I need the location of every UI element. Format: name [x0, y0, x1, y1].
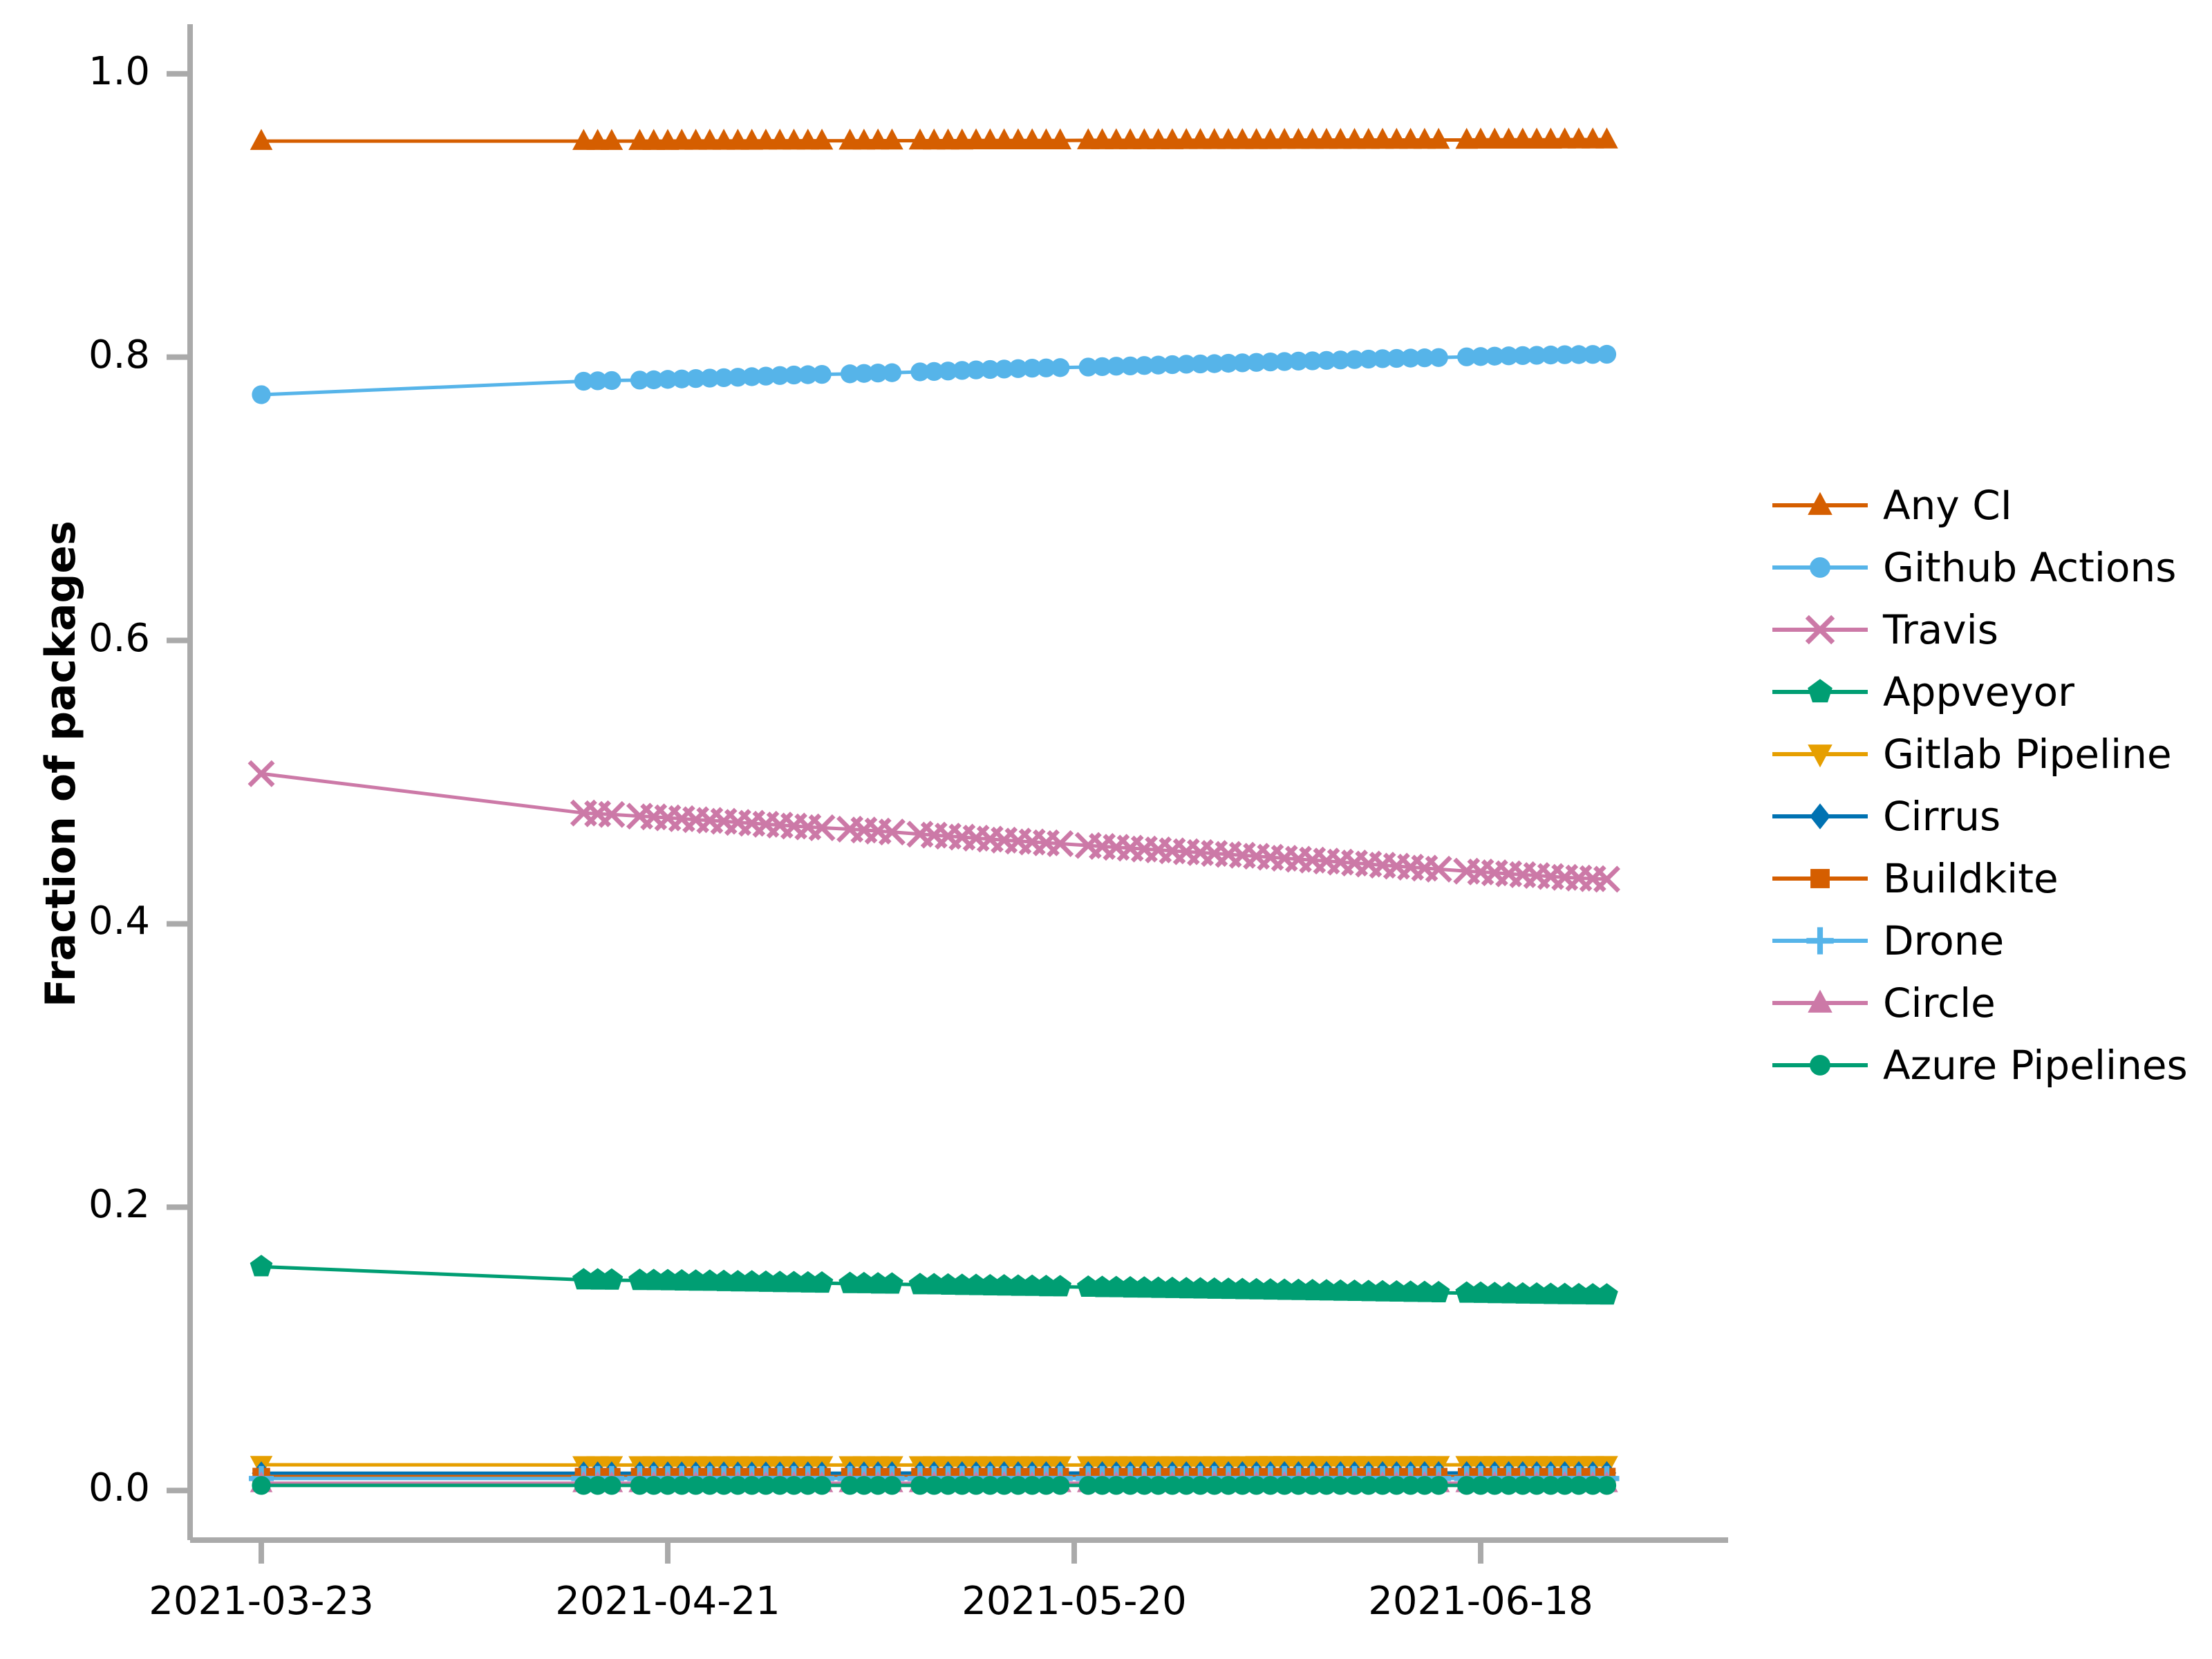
y-tick-label: 0.2	[88, 1182, 150, 1228]
legend-swatch-x-icon	[1772, 615, 1868, 645]
legend-item-gitlab-pipeline[interactable]: Gitlab Pipeline	[1768, 723, 2197, 785]
legend-item-buildkite[interactable]: Buildkite	[1768, 847, 2197, 910]
y-tick-label: 1.0	[88, 48, 150, 94]
series-any-ci	[250, 127, 1618, 150]
legend-label: Travis	[1883, 606, 1998, 653]
legend-swatch-triangle-up-icon	[1772, 989, 1868, 1013]
legend-item-appveyor[interactable]: Appveyor	[1768, 661, 2197, 723]
legend-swatch-square-icon	[1772, 869, 1868, 888]
legend-item-travis[interactable]: Travis	[1768, 599, 2197, 661]
legend-item-cirrus[interactable]: Cirrus	[1768, 785, 2197, 847]
legend-item-any-ci[interactable]: Any CI	[1768, 474, 2197, 536]
legend-label: Gitlab Pipeline	[1883, 731, 2172, 778]
y-tick-label: 0.6	[88, 615, 150, 661]
legend-swatch-triangle-up-icon	[1772, 491, 1868, 515]
x-tick-label: 2021-05-20	[962, 1579, 1187, 1624]
legend-swatch-triangle-down-icon	[1772, 744, 1868, 768]
legend-label: Buildkite	[1883, 855, 2059, 902]
x-tick-label: 2021-06-18	[1368, 1579, 1593, 1624]
legend-swatch-diamond-icon	[1772, 803, 1868, 830]
y-tick-label: 0.8	[88, 332, 150, 377]
y-tick-label: 0.4	[88, 899, 150, 944]
series-appveyor	[250, 1255, 1618, 1305]
chart-legend: Any CI Github Actions Travis Appveyor Gitlab…	[1768, 474, 2197, 1096]
legend-swatch-pentagon-icon	[1772, 679, 1868, 703]
legend-label: Drone	[1883, 917, 2005, 964]
legend-item-github-actions[interactable]: Github Actions	[1768, 536, 2197, 599]
legend-item-circle[interactable]: Circle	[1768, 972, 2197, 1034]
series-github-actions	[252, 344, 1617, 404]
legend-label: Azure Pipelines	[1883, 1042, 2188, 1089]
series-travis	[247, 760, 1620, 893]
legend-item-azure-pipelines[interactable]: Azure Pipelines	[1768, 1034, 2197, 1096]
legend-item-drone[interactable]: Drone	[1768, 910, 2197, 972]
y-tick-label: 0.0	[88, 1465, 150, 1511]
legend-swatch-circle-icon	[1772, 1055, 1868, 1076]
legend-swatch-plus-icon	[1772, 927, 1868, 955]
chart-figure: Fraction of packages 0.0 0.2 0.4 0.6 0.8 1.0 …	[0, 0, 2212, 1659]
x-tick-label: 2021-04-21	[555, 1579, 780, 1624]
legend-label: Circle	[1883, 980, 1996, 1027]
legend-label: Cirrus	[1883, 793, 2001, 840]
series-layer	[247, 127, 1620, 1495]
axes-layer	[167, 24, 1728, 1564]
legend-label: Appveyor	[1883, 668, 2074, 715]
legend-label: Github Actions	[1883, 544, 2177, 591]
x-tick-label: 2021-03-23	[149, 1579, 374, 1624]
legend-label: Any CI	[1883, 482, 2012, 529]
legend-swatch-circle-icon	[1772, 557, 1868, 578]
